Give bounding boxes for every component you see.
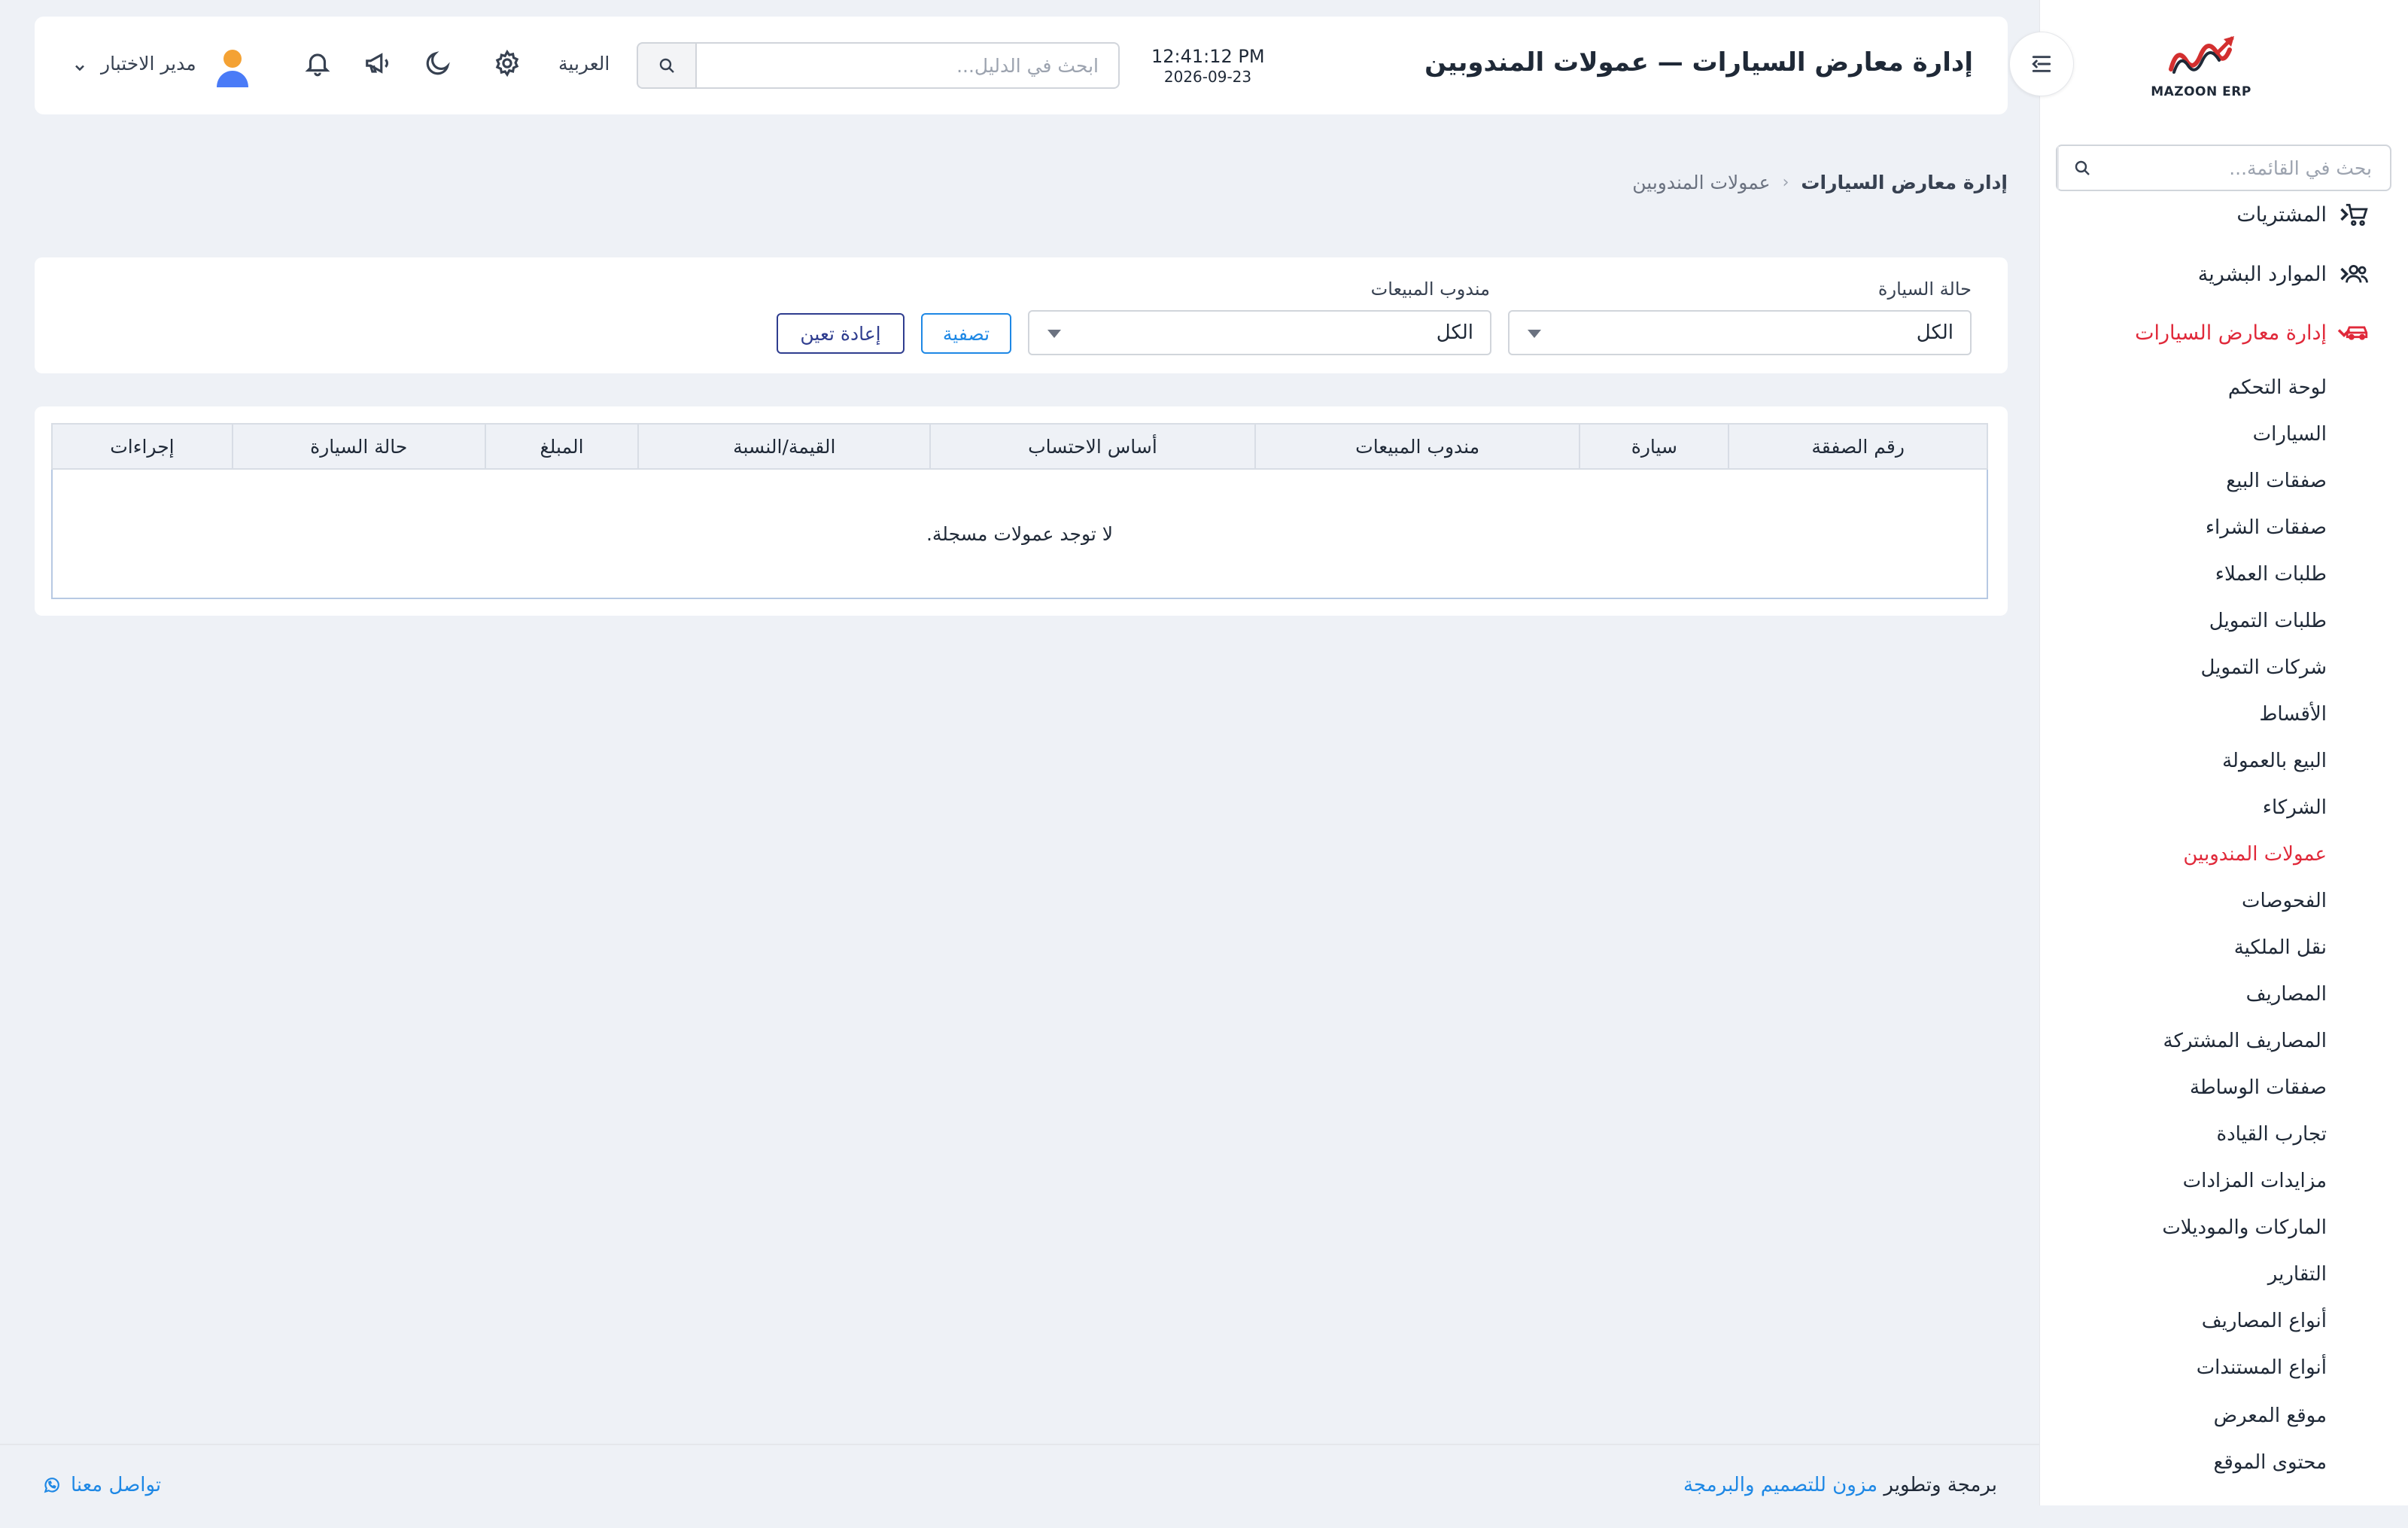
column-header-actions: إجراءات (51, 423, 233, 470)
breadcrumb-current: عمولات المندوبين (1632, 172, 1771, 193)
sidebar-item-installments[interactable]: الأقساط (2259, 696, 2327, 733)
avatar[interactable] (215, 47, 250, 89)
sidebar-item-ownership-transfer[interactable]: نقل الملكية (2234, 929, 2327, 966)
language-switcher[interactable]: العربية (558, 53, 610, 75)
menu-toggle-icon (2032, 56, 2051, 72)
table-header-row: رقم الصفقة سيارة مندوب المبيعات أساس الا… (51, 423, 1988, 470)
header-clock: 12:41:12 PM 2026-09-23 (1151, 45, 1265, 86)
moon-icon (426, 51, 450, 75)
sidebar-item-consignment[interactable]: البيع بالعمولة (2222, 742, 2327, 780)
footer-credit: برمجة وتطوير مزون للتصميم والبرمجة (1683, 1474, 1997, 1496)
dark-mode-toggle[interactable] (423, 48, 453, 78)
column-header-value-rate[interactable]: القيمة/النسبة (637, 423, 932, 470)
sidebar-item-partners[interactable]: الشركاء (2263, 789, 2327, 826)
filter-button[interactable]: تصفية (921, 313, 1011, 354)
chevron-left-icon (2340, 208, 2349, 221)
sidebar-item-site-content[interactable]: محتوى الموقع (2214, 1444, 2327, 1481)
sidebar-item-rep-commissions[interactable]: عمولات المندوبين (2183, 836, 2327, 873)
megaphone-icon (366, 53, 389, 74)
column-header-amount[interactable]: المبلغ (484, 423, 640, 470)
help-search-input[interactable] (695, 42, 1120, 89)
empty-state-message: لا توجد عمولات مسجلة. (51, 468, 1988, 599)
search-icon (2075, 160, 2090, 175)
app-logo[interactable]: MAZOON ERP (2137, 32, 2265, 107)
bell-icon (305, 53, 330, 77)
sidebar-item-reports[interactable]: التقارير (2268, 1256, 2327, 1293)
page-title: إدارة معارض السيارات — عمولات المندوبين (1424, 47, 1973, 78)
sidebar-item-sale-deals[interactable]: صفقات البيع (2226, 462, 2327, 500)
contact-us-link[interactable]: تواصل معنا (42, 1474, 161, 1496)
user-menu[interactable]: مدير الاختبار (101, 53, 196, 75)
sales-rep-label: مندوب المبيعات (1370, 279, 1490, 300)
logo-text: MAZOON ERP (2151, 84, 2251, 99)
sidebar-item-dashboard[interactable]: لوحة التحكم (2228, 369, 2327, 406)
sidebar: MAZOON ERP المشتريات الموارد البشرية إدا… (2039, 0, 2408, 1505)
sidebar-item-showroom-site[interactable]: موقع المعرض (2214, 1397, 2327, 1435)
settings-button[interactable] (492, 48, 522, 78)
caret-down-icon (1528, 330, 1541, 338)
sidebar-item-brands-models[interactable]: الماركات والموديلات (2162, 1209, 2327, 1246)
sidebar-item-document-types[interactable]: أنواع المستندات (2197, 1349, 2327, 1386)
help-search (637, 42, 1120, 89)
chevron-down-icon (2337, 329, 2351, 337)
sidebar-group-car-showrooms[interactable]: إدارة معارض السيارات (2040, 306, 2408, 359)
caret-down-icon (1047, 330, 1061, 338)
sidebar-item-purchase-deals[interactable]: صفقات الشراء (2206, 509, 2327, 546)
sales-rep-value: الكل (1436, 321, 1473, 344)
car-status-label: حالة السيارة (1877, 279, 1972, 300)
car-status-value: الكل (1916, 321, 1953, 344)
gear-icon (495, 49, 519, 78)
chevron-down-icon[interactable] (72, 60, 87, 75)
car-status-select[interactable]: الكل (1508, 310, 1972, 355)
sidebar-item-brokerage-deals[interactable]: صفقات الوساطة (2190, 1069, 2327, 1106)
notifications-button[interactable] (303, 48, 333, 78)
sidebar-item-finance-requests[interactable]: طلبات التمويل (2209, 602, 2327, 640)
reset-button[interactable]: إعادة تعين (777, 313, 905, 354)
sidebar-group-label: الموارد البشرية (2197, 262, 2327, 286)
footer-credit-link[interactable]: مزون للتصميم والبرمجة (1683, 1474, 1877, 1496)
sidebar-search-input[interactable] (2105, 146, 2390, 190)
logo-mark-icon (2169, 36, 2234, 74)
sidebar-item-test-drives[interactable]: تجارب القيادة (2216, 1116, 2327, 1153)
clock-time: 12:41:12 PM (1151, 46, 1265, 67)
column-header-deal-number[interactable]: رقم الصفقة (1728, 423, 1988, 470)
sidebar-item-inspections[interactable]: الفحوصات (2242, 882, 2327, 920)
breadcrumb: إدارة معارض السيارات ‹ عمولات المندوبين (1632, 172, 2008, 193)
column-header-car-status[interactable]: حالة السيارة (231, 423, 486, 470)
sidebar-item-auction-bids[interactable]: مزايدات المزادات (2183, 1162, 2327, 1200)
clock-date: 2026-09-23 (1163, 68, 1252, 86)
chevron-left-icon (2340, 267, 2349, 281)
sidebar-group-label: إدارة معارض السيارات (2135, 321, 2327, 345)
footer-credit-text: برمجة وتطوير (1884, 1474, 1997, 1496)
sales-rep-select[interactable]: الكل (1028, 310, 1491, 355)
help-search-button[interactable] (637, 42, 695, 89)
sidebar-group-purchases[interactable]: المشتريات (2040, 188, 2408, 241)
table-row: لا توجد عمولات مسجلة. (51, 468, 1988, 599)
sidebar-item-expenses[interactable]: المصاريف (2246, 976, 2327, 1013)
sidebar-search-button[interactable] (2057, 146, 2105, 190)
breadcrumb-parent[interactable]: إدارة معارض السيارات (1801, 172, 2008, 193)
sidebar-toggle-button[interactable] (2009, 32, 2074, 96)
sidebar-item-customer-requests[interactable]: طلبات العملاء (2215, 555, 2327, 593)
whatsapp-icon (44, 1478, 59, 1493)
sidebar-item-finance-companies[interactable]: شركات التمويل (2200, 649, 2327, 686)
sidebar-group-label: المشتريات (2236, 202, 2327, 227)
sidebar-item-shared-expenses[interactable]: المصاريف المشتركة (2163, 1022, 2327, 1060)
sidebar-group-hr[interactable]: الموارد البشرية (2040, 248, 2408, 300)
column-header-calculation-basis[interactable]: أساس الاحتساب (929, 423, 1256, 470)
sidebar-item-cars[interactable]: السيارات (2253, 415, 2327, 453)
contact-us-label: تواصل معنا (71, 1474, 162, 1496)
sidebar-item-expense-types[interactable]: أنواع المصاريف (2202, 1302, 2327, 1340)
sidebar-search (2056, 145, 2391, 191)
search-icon (659, 58, 674, 73)
commissions-table: رقم الصفقة سيارة مندوب المبيعات أساس الا… (51, 423, 1988, 599)
breadcrumb-separator-icon: ‹ (1782, 173, 1789, 192)
column-header-sales-rep[interactable]: مندوب المبيعات (1254, 423, 1581, 470)
announcements-button[interactable] (363, 48, 393, 78)
column-header-car[interactable]: سيارة (1579, 423, 1730, 470)
